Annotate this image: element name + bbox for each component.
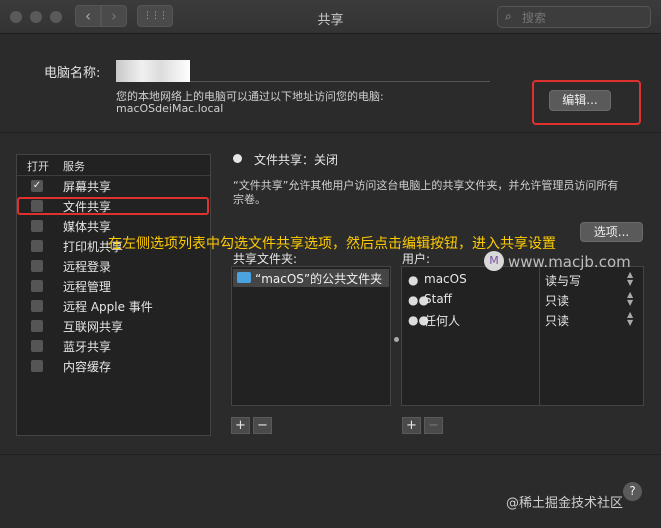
- service-label: 远程登录: [63, 260, 112, 274]
- watermark-site: www.macjb.com: [508, 253, 631, 271]
- options-button[interactable]: 选项...: [580, 222, 643, 242]
- watermark-bottom: @稀土掘金技术社区: [506, 496, 624, 511]
- shared-folder-item[interactable]: “macOS”的公共文件夹: [233, 269, 389, 287]
- edit-button-highlight: [532, 80, 641, 125]
- shared-folders-list: “macOS”的公共文件夹: [231, 266, 391, 406]
- permission-select[interactable]: 读与写: [545, 272, 581, 289]
- annotation-text: 在左侧选项列表中勾选文件共享选项，然后点击编辑按钮，进入共享设置: [108, 236, 556, 252]
- remove-user-button[interactable]: −: [424, 417, 443, 434]
- column-header-service: 服务: [63, 160, 85, 173]
- remove-folder-button[interactable]: −: [253, 417, 272, 434]
- service-label: 内容缓存: [63, 360, 112, 374]
- user-name: macOS: [424, 272, 467, 286]
- service-label: 屏幕共享: [63, 180, 112, 194]
- title-bar: ‹ › ⋮⋮⋮ 共享 ⌕: [0, 0, 661, 34]
- service-checkbox[interactable]: [31, 320, 43, 332]
- service-row-remote-login[interactable]: 远程登录: [17, 256, 210, 276]
- chevron-updown-icon: ▲ ▼: [627, 310, 634, 327]
- service-label: 蓝牙共享: [63, 340, 112, 354]
- service-row-content-caching[interactable]: 内容缓存: [17, 356, 210, 376]
- computer-name-redacted: [116, 60, 190, 82]
- service-checkbox[interactable]: [31, 300, 43, 312]
- service-label: 媒体共享: [63, 220, 112, 234]
- service-row-remote-management[interactable]: 远程管理: [17, 276, 210, 296]
- service-label: 互联网共享: [63, 320, 124, 334]
- service-checkbox[interactable]: [31, 220, 43, 232]
- permission-select[interactable]: 只读: [545, 312, 569, 329]
- divider: [0, 132, 661, 133]
- service-checkbox[interactable]: [31, 280, 43, 292]
- file-sharing-highlight: [17, 197, 209, 215]
- column-header-on: 打开: [27, 160, 49, 173]
- user-row-staff[interactable]: ●● Staff 只读 ▲ ▼: [402, 291, 643, 310]
- services-header: 打开 服务: [17, 155, 210, 176]
- add-folder-button[interactable]: +: [231, 417, 250, 434]
- description-line-1: “文件共享”允许其他用户访问这台电脑上的共享文件夹，并允许管理员访问所有: [233, 179, 619, 192]
- search-icon: ⌕: [505, 9, 512, 23]
- bottom-divider: [0, 454, 661, 455]
- service-checkbox[interactable]: [31, 260, 43, 272]
- split-handle[interactable]: [394, 337, 399, 342]
- search-box[interactable]: ⌕: [497, 6, 651, 29]
- status-text: 文件共享：关闭: [254, 153, 339, 167]
- help-button[interactable]: ?: [623, 482, 642, 501]
- chevron-updown-icon: ▲ ▼: [627, 290, 634, 307]
- users-list: ● macOS 读与写 ▲ ▼ ●● Staff 只读 ▲ ▼ ●● 任何人 只读 …: [401, 266, 644, 406]
- service-row-internet-sharing[interactable]: 互联网共享: [17, 316, 210, 336]
- shared-folder-label: “macOS”的公共文件夹: [255, 272, 383, 286]
- add-user-button[interactable]: +: [402, 417, 421, 434]
- watermark-logo-icon: M: [484, 251, 504, 271]
- folder-icon: [237, 272, 251, 283]
- computer-name-label: 电脑名称:: [44, 66, 101, 81]
- service-row-screen-sharing[interactable]: ✓ 屏幕共享: [17, 176, 210, 196]
- chevron-updown-icon: ▲ ▼: [627, 270, 634, 287]
- service-checkbox[interactable]: [31, 240, 43, 252]
- service-checkbox[interactable]: [31, 340, 43, 352]
- service-row-bluetooth-sharing[interactable]: 蓝牙共享: [17, 336, 210, 356]
- service-checkbox[interactable]: ✓: [31, 180, 43, 192]
- permission-select[interactable]: 只读: [545, 292, 569, 309]
- description-line-2: 宗卷。: [233, 193, 266, 206]
- service-checkbox[interactable]: [31, 360, 43, 372]
- user-row-everyone[interactable]: ●● 任何人 只读 ▲ ▼: [402, 311, 643, 330]
- user-row-macos[interactable]: ● macOS 读与写 ▲ ▼: [402, 271, 643, 290]
- service-label: 远程管理: [63, 280, 112, 294]
- local-address: macOSdeiMac.local: [116, 102, 224, 115]
- user-name: 任何人: [424, 314, 461, 328]
- service-label: 远程 Apple 事件: [63, 300, 153, 314]
- user-name: Staff: [424, 292, 452, 306]
- status-indicator: [233, 154, 242, 163]
- user-icon: ●: [408, 273, 419, 287]
- search-input[interactable]: [520, 7, 649, 29]
- service-row-remote-apple-events[interactable]: 远程 Apple 事件: [17, 296, 210, 316]
